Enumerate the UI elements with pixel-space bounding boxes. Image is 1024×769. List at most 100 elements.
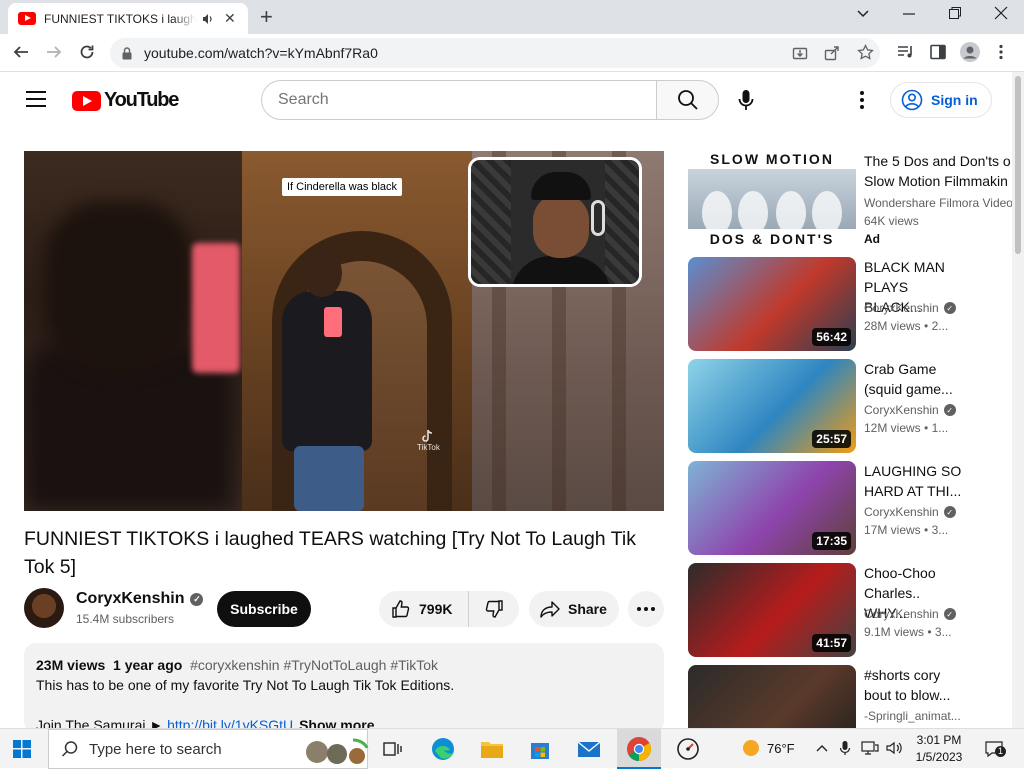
address-bar[interactable]: youtube.com/watch?v=kYmAbnf7Ra0 <box>110 38 880 68</box>
recommendation-thumbnail[interactable]: 41:57 <box>688 563 856 657</box>
notification-center-icon[interactable]: 1 <box>984 740 1006 758</box>
settings-menu-icon[interactable] <box>852 88 872 112</box>
description-box[interactable]: 23M views 1 year ago #coryxkenshin #TryN… <box>24 643 664 733</box>
duration-badge: 56:42 <box>812 328 851 346</box>
hamburger-menu-icon[interactable] <box>26 91 46 107</box>
reload-icon[interactable] <box>78 43 96 61</box>
taskbar-search-box[interactable]: Type here to search <box>48 729 369 769</box>
recommendation-title[interactable]: Crab Game (squid game... <box>864 359 964 399</box>
back-icon[interactable] <box>12 43 30 61</box>
browser-tab[interactable]: FUNNIEST TIKTOKS i laughed TEARS watchin… <box>8 3 248 34</box>
speaker-icon[interactable] <box>202 13 214 25</box>
recommendation-item[interactable]: 56:42 BLACK MAN PLAYS BLACK... CoryxKens… <box>688 257 1012 351</box>
ad-views: 64K views <box>864 214 919 228</box>
like-button[interactable]: 799K <box>379 591 469 627</box>
duration-badge: 17:35 <box>812 532 851 550</box>
video-frame-left <box>24 151 242 511</box>
tab-search-icon[interactable] <box>855 5 871 21</box>
bookmark-star-icon[interactable] <box>857 44 874 61</box>
ad-thumb-subheading: DOS & DONT'S <box>709 231 835 247</box>
new-tab-button[interactable]: + <box>260 6 273 28</box>
upload-age: 1 year ago <box>113 657 183 673</box>
recommendation-stats: 12M views • 1... <box>864 421 949 435</box>
recommendation-thumbnail[interactable]: 17:35 <box>688 461 856 555</box>
description-text: This has to be one of my favorite Try No… <box>36 677 455 693</box>
like-dislike-group: 799K <box>379 591 519 627</box>
account-circle-icon <box>901 89 923 111</box>
recommendation-channel-name: CoryxKenshin <box>864 403 939 417</box>
edge-browser-icon[interactable] <box>429 735 457 763</box>
thumbs-up-icon <box>391 599 411 619</box>
media-control-icon[interactable] <box>897 44 915 60</box>
recommendation-thumbnail[interactable]: 25:57 <box>688 359 856 453</box>
channel-avatar[interactable] <box>24 588 64 628</box>
scrollbar-thumb[interactable] <box>1015 76 1021 254</box>
file-explorer-icon[interactable] <box>478 735 506 763</box>
sidebar-ad[interactable]: SLOW MOTION DOS & DONT'S The 5 Dos and D… <box>688 151 1012 249</box>
forward-icon[interactable] <box>45 43 63 61</box>
verified-checkmark-icon: ✓ <box>190 592 204 606</box>
performance-monitor-icon[interactable] <box>674 735 702 763</box>
youtube-logo[interactable]: YouTube <box>72 89 179 112</box>
recommendation-title[interactable]: #shorts cory bout to blow... <box>864 665 964 705</box>
recommendation-title[interactable]: LAUGHING SO HARD AT THI... <box>864 461 964 501</box>
youtube-wordmark: YouTube <box>104 89 179 111</box>
url-text[interactable]: youtube.com/watch?v=kYmAbnf7Ra0 <box>144 45 378 61</box>
browser-tab-strip: FUNNIEST TIKTOKS i laughed TEARS watchin… <box>0 0 1024 34</box>
side-panel-icon[interactable] <box>930 44 946 60</box>
recommendation-item[interactable]: 25:57 Crab Game (squid game... CoryxKens… <box>688 359 1012 453</box>
video-player[interactable]: If Cinderella was black TikTok <box>24 151 664 511</box>
recommendation-thumbnail[interactable] <box>688 665 856 728</box>
video-frame-center <box>242 151 472 511</box>
share-page-icon[interactable] <box>824 45 840 61</box>
lock-icon[interactable] <box>122 46 132 60</box>
close-window-icon[interactable] <box>994 5 1008 21</box>
voice-search-button[interactable] <box>730 80 762 120</box>
browser-menu-icon[interactable] <box>998 44 1004 60</box>
weather-widget[interactable]: 76°F <box>743 740 795 756</box>
search-button[interactable] <box>656 80 719 120</box>
youtube-play-icon <box>72 90 101 111</box>
task-view-icon[interactable] <box>378 735 406 763</box>
recommendation-age: 3... <box>931 523 949 537</box>
sign-in-button[interactable]: Sign in <box>890 82 992 118</box>
taskbar-clock[interactable]: 3:01 PM 1/5/2023 <box>914 732 964 766</box>
search-input[interactable] <box>261 80 656 120</box>
recommendation-channel-name: CoryxKenshin <box>864 607 939 621</box>
windows-taskbar: Type here to search 76°F 3:01 PM 1/5/202… <box>0 728 1024 769</box>
tiktok-watermark-text: TikTok <box>417 443 440 452</box>
microphone-icon[interactable] <box>839 740 851 756</box>
profile-avatar-icon[interactable] <box>960 42 980 62</box>
recommendation-item[interactable]: #shorts cory bout to blow... -Springli_a… <box>688 665 1012 728</box>
verified-checkmark-icon: ✓ <box>943 608 956 620</box>
page-scrollbar[interactable] <box>1012 72 1024 728</box>
recommendation-item[interactable]: 41:57 Choo-Choo Charles.. WHY... CoryxKe… <box>688 563 1012 657</box>
recommendation-channel: -Springli_animat... <box>864 709 961 723</box>
windows-start-icon[interactable] <box>13 740 31 758</box>
dislike-button[interactable] <box>469 599 519 619</box>
volume-icon[interactable] <box>886 741 902 755</box>
share-button[interactable]: Share <box>529 591 619 627</box>
search-box <box>261 80 719 120</box>
like-count: 799K <box>419 601 453 617</box>
more-actions-icon[interactable] <box>628 591 664 627</box>
ad-thumbnail[interactable]: SLOW MOTION DOS & DONT'S <box>688 151 856 249</box>
close-tab-icon[interactable]: ✕ <box>224 10 236 27</box>
subscribe-button[interactable]: Subscribe <box>217 591 311 627</box>
tray-chevron-up-icon[interactable] <box>815 742 829 754</box>
recommendation-item[interactable]: 17:35 LAUGHING SO HARD AT THI... CoryxKe… <box>688 461 1012 555</box>
microsoft-store-icon[interactable] <box>526 735 554 763</box>
network-icon[interactable] <box>861 741 879 755</box>
minimize-icon[interactable] <box>902 5 916 21</box>
restore-icon[interactable] <box>948 5 962 21</box>
recommendation-thumbnail[interactable]: 56:42 <box>688 257 856 351</box>
chrome-taskbar-button[interactable] <box>617 729 661 769</box>
recommendation-stats: 28M views • 2... <box>864 319 949 333</box>
mail-icon[interactable] <box>575 735 603 763</box>
hashtags[interactable]: #coryxkenshin #TryNotToLaugh #TikTok <box>190 657 438 673</box>
ad-title[interactable]: The 5 Dos and Don'ts o Slow Motion Filmm… <box>864 151 1012 191</box>
channel-name-link[interactable]: CoryxKenshin ✓ <box>76 590 204 608</box>
recommendation-channel: CoryxKenshin ✓ <box>864 403 956 417</box>
install-icon[interactable] <box>792 45 808 61</box>
verified-checkmark-icon: ✓ <box>943 506 956 518</box>
